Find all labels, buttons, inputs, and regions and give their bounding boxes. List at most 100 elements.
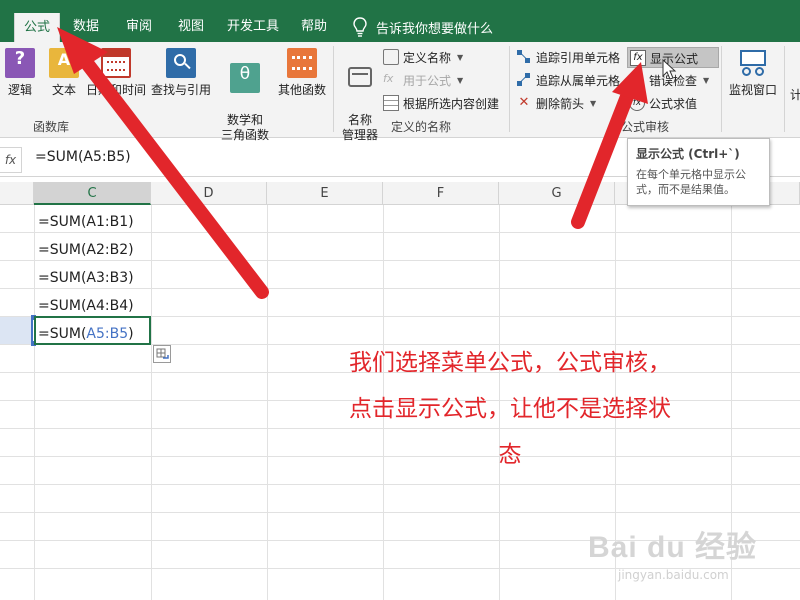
row-header-corner xyxy=(0,182,34,205)
cell-c5[interactable]: =SUM(A5:B5) xyxy=(38,326,134,342)
group-divider xyxy=(721,46,722,132)
show-formulas-icon: fx xyxy=(630,50,646,66)
column-header-e[interactable]: E xyxy=(267,182,383,205)
create-from-selection-button[interactable]: 根据所选内容创建 xyxy=(383,93,499,113)
name-manager-button[interactable]: 名称 管理器 xyxy=(339,48,381,143)
trace-dependents-button[interactable]: 追踪从属单元格 xyxy=(516,70,620,90)
formula-suffix: ) xyxy=(128,326,134,342)
name-manager-label: 名称 管理器 xyxy=(341,113,378,142)
date-time-button[interactable]: 日期和时间 xyxy=(86,48,146,98)
chevron-down-icon: ▼ xyxy=(590,98,597,108)
chevron-down-icon: ▼ xyxy=(457,52,464,62)
defined-names-group-label: 定义的名称 xyxy=(391,120,452,134)
remove-arrows-button[interactable]: ✕ 删除箭头 ▼ xyxy=(516,93,597,113)
range-reference: A5:B5 xyxy=(86,326,129,342)
trace-dependents-label: 追踪从属单元格 xyxy=(536,73,621,88)
chevron-down-icon: ▼ xyxy=(457,75,464,85)
evaluate-formula-button[interactable]: fx 公式求值 xyxy=(629,93,697,113)
ribbon-tab-bar: 公式 数据 审阅 视图 开发工具 帮助 告诉我你想要做什么 xyxy=(0,0,800,42)
cell-c4[interactable]: =SUM(A4:B4) xyxy=(38,298,134,314)
remove-arrows-icon: ✕ xyxy=(518,95,530,110)
trace-dependents-icon xyxy=(516,72,532,88)
remove-arrows-label: 删除箭头 xyxy=(536,96,585,111)
define-name-label: 定义名称 xyxy=(403,50,452,65)
tab-view[interactable]: 视图 xyxy=(178,12,204,42)
show-formulas-label: 显示公式 xyxy=(650,51,699,66)
error-checking-icon xyxy=(629,72,645,88)
tab-formulas[interactable]: 公式 xyxy=(14,13,60,42)
trace-precedents-label: 追踪引用单元格 xyxy=(536,50,621,65)
text-icon: A xyxy=(49,48,79,78)
column-header-c[interactable]: C xyxy=(34,182,151,205)
evaluate-formula-label: 公式求值 xyxy=(649,96,698,111)
formula-auditing-group-label: 公式审核 xyxy=(621,120,670,134)
function-library-group-label: 函数库 xyxy=(33,120,70,134)
gridline xyxy=(0,260,800,261)
gridline xyxy=(0,288,800,289)
ribbon: ? 逻辑 A 文本 日期和时间 查找与引用 θ 数学和 三角函数 其他函数 函数… xyxy=(0,42,800,142)
math-trig-label: 数学和 三角函数 xyxy=(220,113,269,142)
group-divider xyxy=(509,46,510,132)
grid-icon xyxy=(383,95,399,111)
quick-analysis-icon[interactable] xyxy=(153,345,171,363)
lookup-reference-label: 查找与引用 xyxy=(150,83,211,97)
chevron-down-icon: ▼ xyxy=(703,75,710,85)
lookup-icon xyxy=(166,48,196,78)
show-formulas-tooltip: 显示公式 (Ctrl+`) 在每个单元格中显示公式，而不是结果值。 xyxy=(627,138,770,206)
use-in-formula-button[interactable]: fx 用于公式 ▼ xyxy=(383,70,463,90)
calendar-icon xyxy=(101,48,131,78)
cell-c2[interactable]: =SUM(A2:B2) xyxy=(38,242,134,258)
cell-c1[interactable]: =SUM(A1:B1) xyxy=(38,214,134,230)
watch-window-label: 监视窗口 xyxy=(728,83,777,97)
define-name-button[interactable]: 定义名称 ▼ xyxy=(383,47,463,67)
cell-c3[interactable]: =SUM(A3:B3) xyxy=(38,270,134,286)
error-checking-button[interactable]: 错误检查 ▼ xyxy=(629,70,709,90)
baidu-jingyan-watermark: Bai du 经验 jingyan.baidu.com xyxy=(588,522,788,592)
tab-help[interactable]: 帮助 xyxy=(301,12,327,42)
tab-data[interactable]: 数据 xyxy=(73,12,99,42)
column-header-f[interactable]: F xyxy=(383,182,499,205)
text-button[interactable]: A 文本 xyxy=(49,48,79,98)
lookup-reference-button[interactable]: 查找与引用 xyxy=(150,48,212,98)
trace-precedents-button[interactable]: 追踪引用单元格 xyxy=(516,47,620,67)
math-trig-button[interactable]: θ 数学和 三角函数 xyxy=(215,48,275,143)
lightbulb-icon xyxy=(353,17,367,37)
watermark-logo: Bai du 经验 xyxy=(588,531,758,564)
tell-me-label: 告诉我你想要做什么 xyxy=(376,21,494,37)
more-functions-button[interactable]: 其他函数 xyxy=(277,48,327,98)
logical-button[interactable]: ? 逻辑 xyxy=(5,48,35,98)
calculation-options-button[interactable]: 计 xyxy=(790,84,800,104)
watch-window-button[interactable]: 监视窗口 xyxy=(726,48,780,98)
logical-label: 逻辑 xyxy=(7,83,32,97)
annotation-text: 我们选择菜单公式，公式审核， 点击显示公式，让他不是选择状 态 xyxy=(300,340,720,478)
fx-icon: fx xyxy=(383,72,394,85)
group-divider xyxy=(333,46,334,132)
text-label: 文本 xyxy=(51,83,76,97)
column-header-d[interactable]: D xyxy=(151,182,267,205)
formula-prefix: =SUM( xyxy=(38,326,87,342)
tab-developer[interactable]: 开发工具 xyxy=(227,12,279,42)
use-in-formula-label: 用于公式 xyxy=(403,73,452,88)
calculation-options-label: 计 xyxy=(790,87,800,102)
column-header-g[interactable]: G xyxy=(499,182,615,205)
evaluate-formula-icon: fx xyxy=(629,95,645,111)
gridline xyxy=(0,484,800,485)
tab-review[interactable]: 审阅 xyxy=(126,12,152,42)
group-divider xyxy=(784,46,785,132)
insert-function-button[interactable]: fx xyxy=(0,147,22,173)
show-formulas-button[interactable]: fx 显示公式 xyxy=(627,47,719,68)
theta-icon: θ xyxy=(230,63,260,93)
annotation-line: 点击显示公式，让他不是选择状 xyxy=(349,396,671,422)
more-functions-icon xyxy=(287,48,317,78)
formula-input[interactable]: =SUM(A5:B5) xyxy=(35,149,131,165)
tell-me-search[interactable]: 告诉我你想要做什么 xyxy=(353,12,493,42)
name-manager-icon xyxy=(345,63,375,93)
date-time-label: 日期和时间 xyxy=(86,83,147,97)
watermark-url: jingyan.baidu.com xyxy=(618,568,729,582)
tag-icon xyxy=(383,49,399,65)
annotation-line: 我们选择菜单公式，公式审核， xyxy=(349,350,671,376)
gridline xyxy=(0,512,800,513)
error-checking-label: 错误检查 xyxy=(649,73,698,88)
trace-precedents-icon xyxy=(516,49,532,65)
create-from-selection-label: 根据所选内容创建 xyxy=(403,96,500,111)
